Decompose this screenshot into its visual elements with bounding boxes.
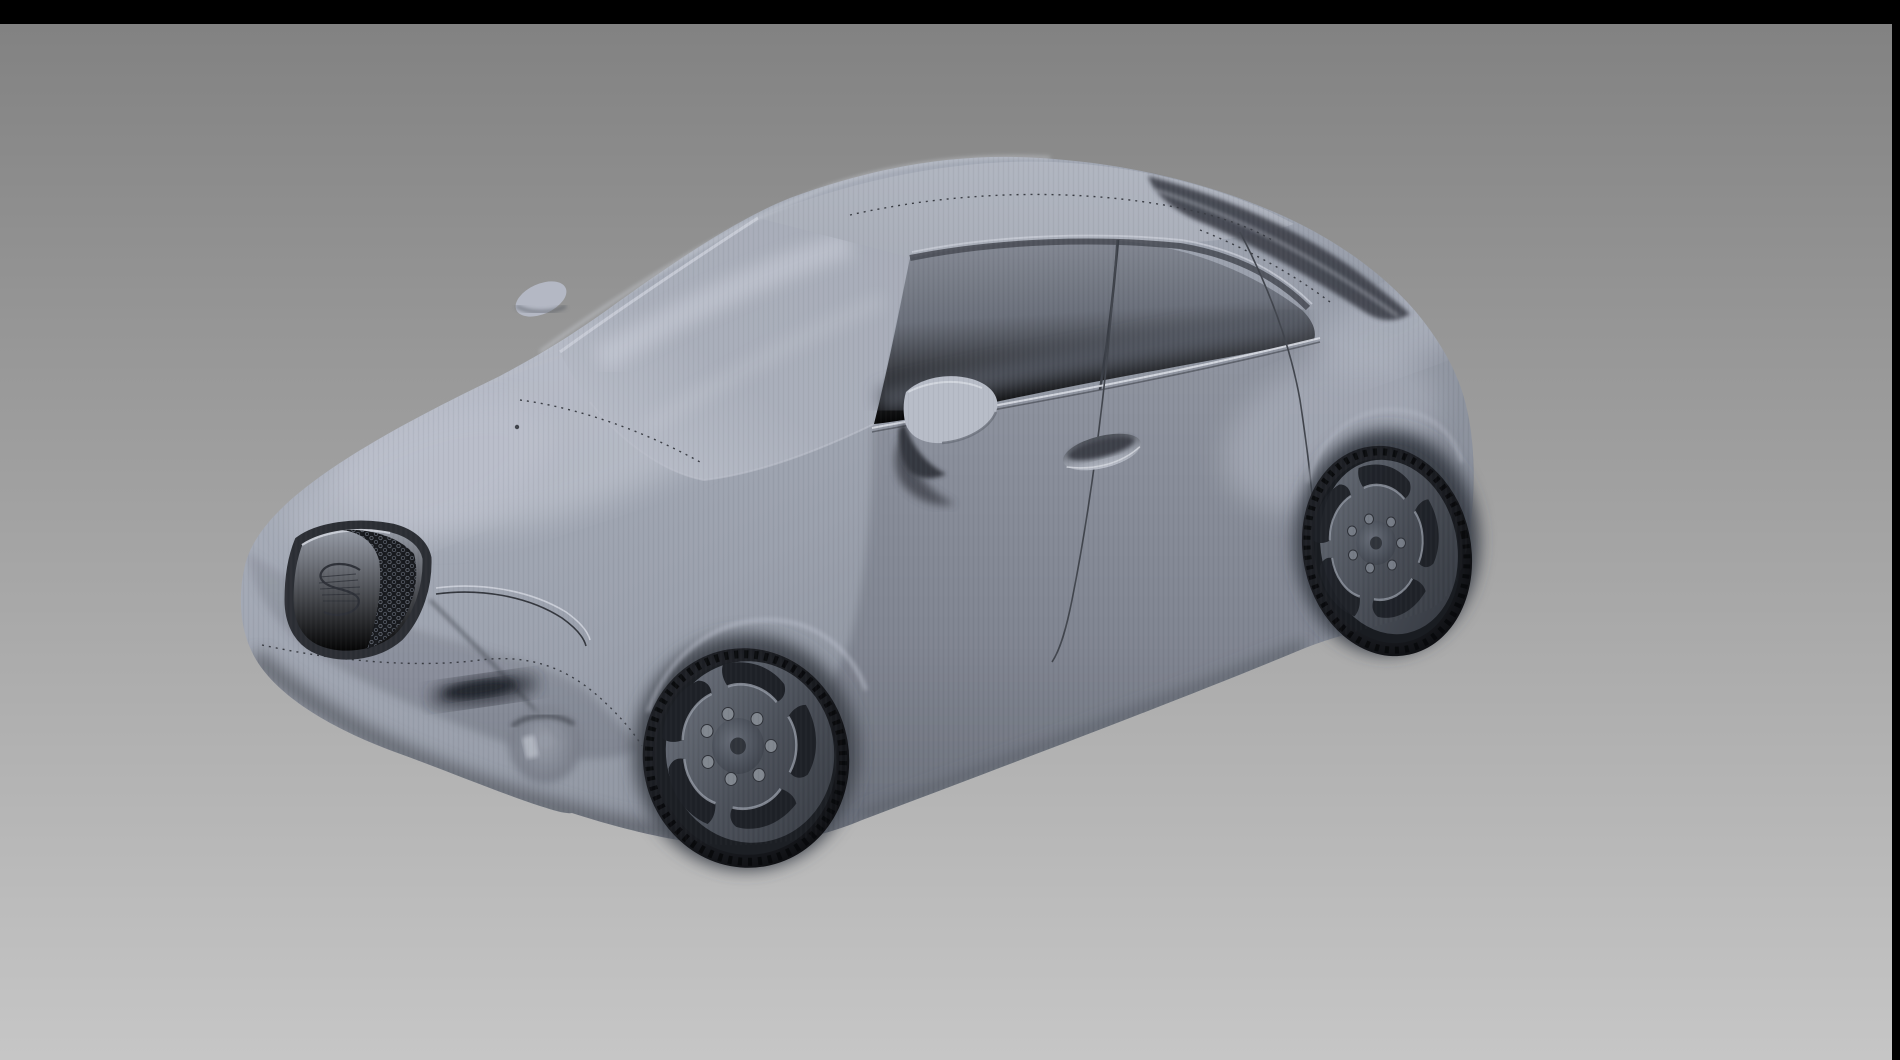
window-right-border	[1892, 0, 1900, 1060]
cad-application-window	[0, 0, 1900, 1060]
window-top-bar	[0, 0, 1900, 24]
viewport-3d[interactable]	[0, 0, 1900, 1060]
